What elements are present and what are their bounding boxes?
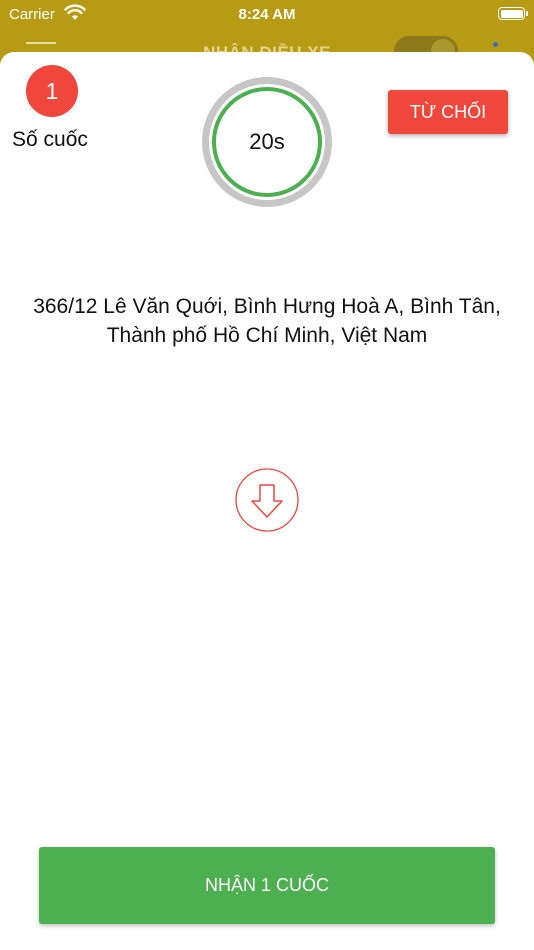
accept-ride-button[interactable]: NHẬN 1 CUỐC bbox=[39, 847, 495, 924]
status-bar: Carrier 8:24 AM bbox=[0, 0, 534, 30]
battery-icon bbox=[498, 7, 528, 20]
ride-request-sheet: 1 Số cuốc 20s TỪ CHỐI 366/12 Lê Văn Quới… bbox=[0, 52, 534, 950]
background-indicator-dot bbox=[493, 42, 498, 47]
countdown-text: 20s bbox=[249, 129, 285, 154]
address-line-1: 366/12 Lê Văn Quới, Bình Hưng Hoà A, Bìn… bbox=[33, 295, 501, 318]
ride-count-badge: 1 bbox=[26, 65, 78, 117]
status-time: 8:24 AM bbox=[238, 6, 296, 23]
ride-count-label: Số cuốc bbox=[12, 128, 88, 151]
reject-button[interactable]: TỪ CHỐI bbox=[388, 90, 508, 134]
countdown-timer-face: 20s bbox=[209, 84, 325, 200]
countdown-timer: 20s bbox=[202, 77, 332, 207]
arrow-down-circle-icon bbox=[235, 468, 299, 532]
pickup-address: 366/12 Lê Văn Quới, Bình Hưng Hoà A, Bìn… bbox=[20, 292, 514, 350]
address-line-2: Thành phố Hồ Chí Minh, Việt Nam bbox=[106, 324, 428, 347]
